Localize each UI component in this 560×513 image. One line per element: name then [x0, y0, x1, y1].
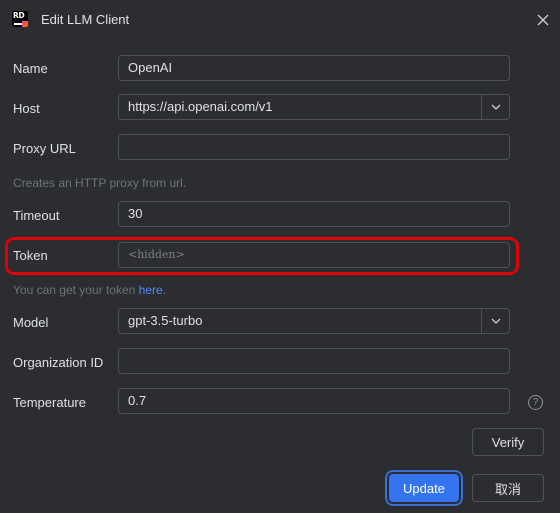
timeout-label: Timeout	[13, 208, 60, 223]
rider-logo-icon: RD	[12, 11, 28, 27]
token-label: Token	[13, 248, 48, 263]
organization-id-label: Organization ID	[13, 355, 104, 370]
name-input[interactable]: OpenAI	[118, 55, 510, 81]
token-hint: You can get your token here.	[13, 283, 167, 297]
token-here-link[interactable]: here	[139, 283, 163, 297]
name-label: Name	[13, 61, 48, 76]
dialog-title: Edit LLM Client	[41, 12, 130, 27]
organization-id-input[interactable]	[118, 348, 510, 374]
host-dropdown-button[interactable]	[481, 95, 509, 119]
model-label: Model	[13, 315, 49, 330]
proxy-url-hint: Creates an HTTP proxy from url.	[13, 176, 187, 190]
timeout-input[interactable]: 30	[118, 201, 510, 227]
verify-button[interactable]: Verify	[472, 428, 544, 456]
close-icon	[537, 14, 549, 26]
host-label: Host	[13, 101, 40, 116]
host-combobox[interactable]: https://api.openai.com/v1	[118, 94, 510, 120]
close-button[interactable]	[533, 10, 553, 30]
chevron-down-icon	[491, 318, 500, 324]
model-value: gpt-3.5-turbo	[128, 313, 203, 328]
model-dropdown-button[interactable]	[481, 309, 509, 333]
proxy-url-label: Proxy URL	[13, 141, 76, 156]
model-combobox[interactable]: gpt-3.5-turbo	[118, 308, 510, 334]
temperature-input[interactable]: 0.7	[118, 388, 510, 414]
host-value: https://api.openai.com/v1	[128, 99, 273, 114]
temperature-label: Temperature	[13, 395, 86, 410]
chevron-down-icon	[491, 104, 500, 110]
token-input[interactable]: <hidden>	[118, 242, 510, 268]
proxy-url-input[interactable]	[118, 134, 510, 160]
question-circle-icon[interactable]: ?	[528, 395, 543, 410]
update-button[interactable]: Update	[389, 474, 459, 502]
title-bar: RD Edit LLM Client	[0, 0, 560, 40]
cancel-button[interactable]: 取消	[472, 474, 544, 502]
